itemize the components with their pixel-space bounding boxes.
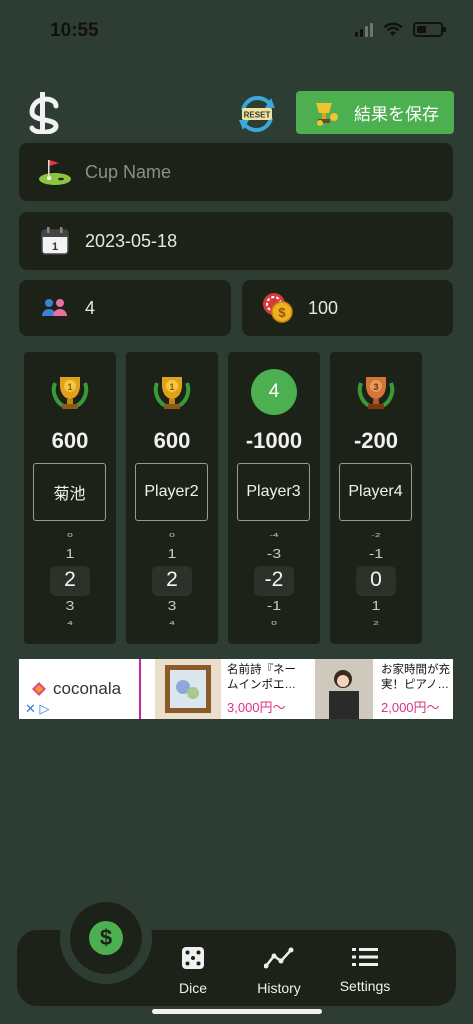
- tab-dice[interactable]: Dice: [153, 946, 233, 996]
- player-name-field[interactable]: Player4: [339, 463, 412, 521]
- rate-value: 100: [308, 297, 339, 318]
- svg-text:1: 1: [67, 382, 72, 392]
- golf-icon: [37, 154, 73, 190]
- ad-image: [315, 659, 373, 719]
- ad-item2-price: 2,000円〜: [381, 700, 440, 715]
- tab-settings[interactable]: Settings: [325, 946, 405, 994]
- player-card: 3 -200 Player4 -2 -1 0 1 2: [330, 352, 422, 644]
- player-score: -1000: [245, 428, 303, 453]
- rank-badge: 4: [250, 368, 298, 416]
- people-icon: [37, 290, 73, 326]
- gold-trophy-icon: 1: [46, 368, 94, 416]
- player-score: -200: [353, 428, 399, 453]
- signal-icon: [355, 22, 373, 37]
- picker-option: -1: [368, 547, 384, 562]
- tab-dice-label: Dice: [178, 980, 207, 996]
- picker-option: 2: [373, 620, 379, 627]
- ad-close-icon[interactable]: ✕ ▷: [25, 701, 50, 717]
- svg-text:1: 1: [169, 382, 174, 392]
- tab-history-label: History: [257, 980, 301, 996]
- svg-text:3: 3: [373, 382, 378, 392]
- picker-option: 1: [167, 547, 177, 562]
- picker-option: 1: [371, 599, 381, 614]
- picker-option: 0: [169, 532, 175, 539]
- app-logo-icon: [29, 92, 59, 134]
- gold-trophy-icon: 1: [148, 368, 196, 416]
- list-icon: [352, 948, 378, 966]
- ad-item1-title: 名前詩『ネー ムインポエ…: [227, 664, 296, 691]
- ad-item2-title: お家時間が充 実！ピアノ…: [381, 664, 450, 691]
- picker-selected-value: 0: [370, 568, 382, 591]
- player-name-field[interactable]: Player2: [135, 463, 208, 521]
- picker-option: 4: [169, 620, 175, 627]
- picker-option: 0: [271, 620, 277, 627]
- trophy-icon: [316, 102, 338, 126]
- chart-line-icon: [264, 947, 294, 969]
- ad-item1-price: 3,000円〜: [227, 700, 286, 715]
- player-count-value: 4: [85, 297, 96, 318]
- coins-icon: $: [260, 290, 296, 326]
- home-indicator: [152, 1009, 322, 1014]
- bronze-trophy-icon: 3: [352, 368, 400, 416]
- status-bar: 10:55: [0, 0, 473, 62]
- status-icons: [355, 22, 446, 37]
- point-picker[interactable]: -2 -1 0 1 2: [330, 528, 422, 638]
- picker-option: -1: [266, 599, 282, 614]
- date-value: 2023-05-18: [85, 230, 178, 251]
- dice-icon: [182, 947, 204, 969]
- picker-option: 3: [65, 599, 75, 614]
- wifi-icon: [383, 22, 403, 36]
- picker-option: -3: [266, 547, 282, 562]
- cup-name-field[interactable]: Cup Name: [19, 143, 453, 201]
- coconala-logo-icon: [32, 682, 46, 696]
- player-name-field[interactable]: Player3: [237, 463, 310, 521]
- player-card: 1 600 菊池 0 1 2 3 4: [24, 352, 116, 644]
- reset-label: RESET: [244, 111, 271, 120]
- reset-icon: RESET: [239, 95, 275, 133]
- rank-circle: 4: [251, 369, 297, 415]
- tab-settings-label: Settings: [339, 978, 391, 994]
- player-card: 1 600 Player2 0 1 2 3 4: [126, 352, 218, 644]
- ad-divider: [139, 659, 141, 719]
- svg-text:1: 1: [52, 241, 58, 253]
- picker-selected-value: 2: [166, 568, 178, 591]
- point-picker[interactable]: 0 1 2 3 4: [126, 528, 218, 638]
- picker-option: 0: [67, 532, 73, 539]
- battery-icon: [413, 22, 446, 37]
- save-results-label: 結果を保存: [354, 105, 439, 124]
- svg-text:$: $: [278, 305, 286, 320]
- picker-option: 3: [167, 599, 177, 614]
- date-field[interactable]: 1 2023-05-18: [19, 212, 453, 270]
- calendar-icon: 1: [37, 223, 73, 259]
- tab-history[interactable]: History: [239, 946, 319, 996]
- ad-banner[interactable]: coconala ✕ ▷ 名前詩『ネー ムインポエ… 3,000円〜 お家時間が…: [19, 659, 453, 719]
- ad-image: [155, 659, 221, 719]
- picker-option: -2: [371, 532, 381, 539]
- calculate-fab-button[interactable]: $: [70, 902, 142, 974]
- ad-brand: coconala: [31, 679, 121, 699]
- reset-button[interactable]: RESET: [235, 92, 279, 136]
- picker-selected-value: 2: [64, 568, 76, 591]
- point-picker[interactable]: -4 -3 -2 -1 0: [228, 528, 320, 638]
- picker-option: 1: [65, 547, 75, 562]
- player-card: 4 -1000 Player3 -4 -3 -2 -1 0: [228, 352, 320, 644]
- point-picker[interactable]: 0 1 2 3 4: [24, 528, 116, 638]
- ad-brand-name: coconala: [53, 679, 122, 698]
- picker-selected-value: -2: [264, 568, 284, 591]
- player-name-field[interactable]: 菊池: [33, 463, 106, 521]
- picker-option: -4: [269, 532, 279, 539]
- rate-field[interactable]: $ 100: [242, 280, 453, 336]
- status-time: 10:55: [50, 20, 99, 41]
- cup-name-placeholder: Cup Name: [85, 161, 172, 182]
- player-score: 600: [153, 428, 191, 453]
- player-score: 600: [51, 428, 89, 453]
- save-results-button[interactable]: 結果を保存: [296, 91, 454, 134]
- dollar-icon: $: [89, 921, 123, 955]
- player-count-field[interactable]: 4: [19, 280, 231, 336]
- picker-option: 4: [67, 620, 73, 627]
